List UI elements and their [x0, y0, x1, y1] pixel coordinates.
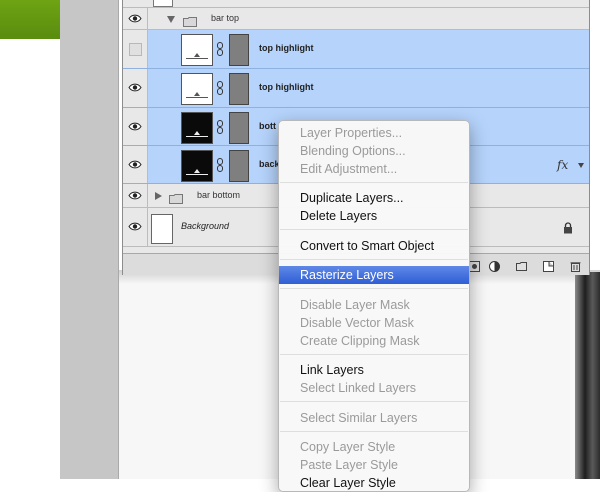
- layer-thumbnail: [151, 214, 173, 244]
- menu-item-disable-vector-mask: Disable Vector Mask: [300, 316, 414, 330]
- menu-item-edit-adjustment: Edit Adjustment...: [300, 162, 398, 176]
- layer-effects-fx-icon[interactable]: fx: [557, 158, 568, 172]
- canvas-white-area: [0, 39, 60, 479]
- layer-name: top highlight: [259, 43, 314, 53]
- layer-name: top highlight: [259, 82, 314, 92]
- canvas-green-bar: [0, 0, 60, 39]
- visibility-toggle[interactable]: [123, 184, 148, 207]
- eye-icon: [128, 83, 142, 92]
- group-name: bar top: [211, 12, 240, 23]
- chain-link-icon[interactable]: [217, 120, 223, 134]
- visibility-toggle[interactable]: [123, 8, 148, 29]
- eye-icon: [128, 191, 142, 200]
- layer-row-partial[interactable]: [123, 0, 589, 8]
- chain-link-icon[interactable]: [217, 158, 223, 172]
- group-collapse-arrow-icon[interactable]: [155, 191, 162, 200]
- layer-context-menu: Layer Properties... Blending Options... …: [278, 120, 470, 492]
- layer-name: Background: [181, 221, 230, 231]
- layer-thumbnail: [181, 150, 213, 182]
- menu-item-rasterize-layers[interactable]: Rasterize Layers: [279, 266, 469, 284]
- adjustment-layer-icon[interactable]: [489, 259, 500, 272]
- layer-mask-thumbnail[interactable]: [229, 112, 249, 144]
- layer-thumbnail: [153, 0, 173, 7]
- menu-item-clear-layer-style[interactable]: Clear Layer Style: [279, 474, 469, 491]
- menu-item-create-clipping-mask: Create Clipping Mask: [300, 334, 420, 348]
- layer-mask-thumbnail[interactable]: [229, 34, 249, 66]
- lock-icon: [563, 221, 573, 234]
- layer-thumbnail: [181, 73, 213, 105]
- menu-separator: [280, 288, 468, 289]
- visibility-toggle[interactable]: [123, 69, 148, 107]
- hidden-visibility-box: [129, 43, 142, 56]
- menu-item-blending-options: Blending Options...: [300, 144, 406, 158]
- visibility-toggle[interactable]: [123, 146, 148, 183]
- menu-separator: [280, 401, 468, 402]
- menu-separator: [280, 431, 468, 432]
- menu-item-disable-layer-mask: Disable Layer Mask: [300, 298, 410, 312]
- trash-icon[interactable]: [570, 259, 581, 272]
- menu-item-convert-to-smart-object[interactable]: Convert to Smart Object: [279, 237, 469, 255]
- folder-icon: [169, 191, 183, 204]
- menu-item-copy-layer-style: Copy Layer Style: [300, 440, 396, 454]
- new-group-icon[interactable]: [516, 259, 527, 271]
- menu-item-select-similar-layers: Select Similar Layers: [300, 411, 418, 425]
- chain-link-icon[interactable]: [217, 42, 223, 56]
- menu-item-select-linked-layers: Select Linked Layers: [300, 381, 417, 395]
- chain-link-icon[interactable]: [217, 81, 223, 95]
- menu-item-delete-layers[interactable]: Delete Layers: [279, 207, 469, 225]
- eye-icon: [128, 14, 142, 23]
- group-name: bar bottom: [197, 189, 241, 200]
- menu-item-paste-layer-style: Paste Layer Style: [300, 458, 398, 472]
- layer-row-top-highlight[interactable]: top highlight: [123, 30, 589, 69]
- menu-item-duplicate-layers[interactable]: Duplicate Layers...: [279, 189, 469, 207]
- layer-row-top-highlight[interactable]: top highlight: [123, 69, 589, 108]
- menu-separator: [280, 354, 468, 355]
- eye-icon: [128, 222, 142, 231]
- new-layer-icon[interactable]: [543, 259, 554, 272]
- eye-icon: [128, 160, 142, 169]
- eye-icon: [128, 122, 142, 131]
- menu-separator: [280, 259, 468, 260]
- layer-mask-thumbnail[interactable]: [229, 73, 249, 105]
- workspace-gray-column: [60, 0, 119, 479]
- effects-expand-arrow-icon[interactable]: [578, 162, 584, 168]
- group-expand-arrow-icon[interactable]: [167, 15, 175, 23]
- visibility-toggle[interactable]: [123, 108, 148, 145]
- menu-item-link-layers[interactable]: Link Layers: [279, 361, 469, 379]
- layer-thumbnail: [181, 112, 213, 144]
- layer-mask-thumbnail[interactable]: [229, 150, 249, 182]
- layer-name: bott: [259, 120, 276, 131]
- visibility-toggle[interactable]: [123, 208, 148, 246]
- visibility-toggle[interactable]: [123, 30, 148, 68]
- layer-group-bar-top[interactable]: bar top: [123, 8, 589, 30]
- layer-thumbnail: [181, 34, 213, 66]
- menu-item-layer-properties: Layer Properties...: [300, 126, 403, 140]
- add-mask-icon[interactable]: [469, 259, 480, 272]
- layer-name: back: [259, 158, 280, 169]
- photo-thumbnail-edge: [575, 272, 600, 479]
- menu-separator: [280, 229, 468, 230]
- folder-icon: [183, 14, 197, 27]
- menu-separator: [280, 182, 468, 183]
